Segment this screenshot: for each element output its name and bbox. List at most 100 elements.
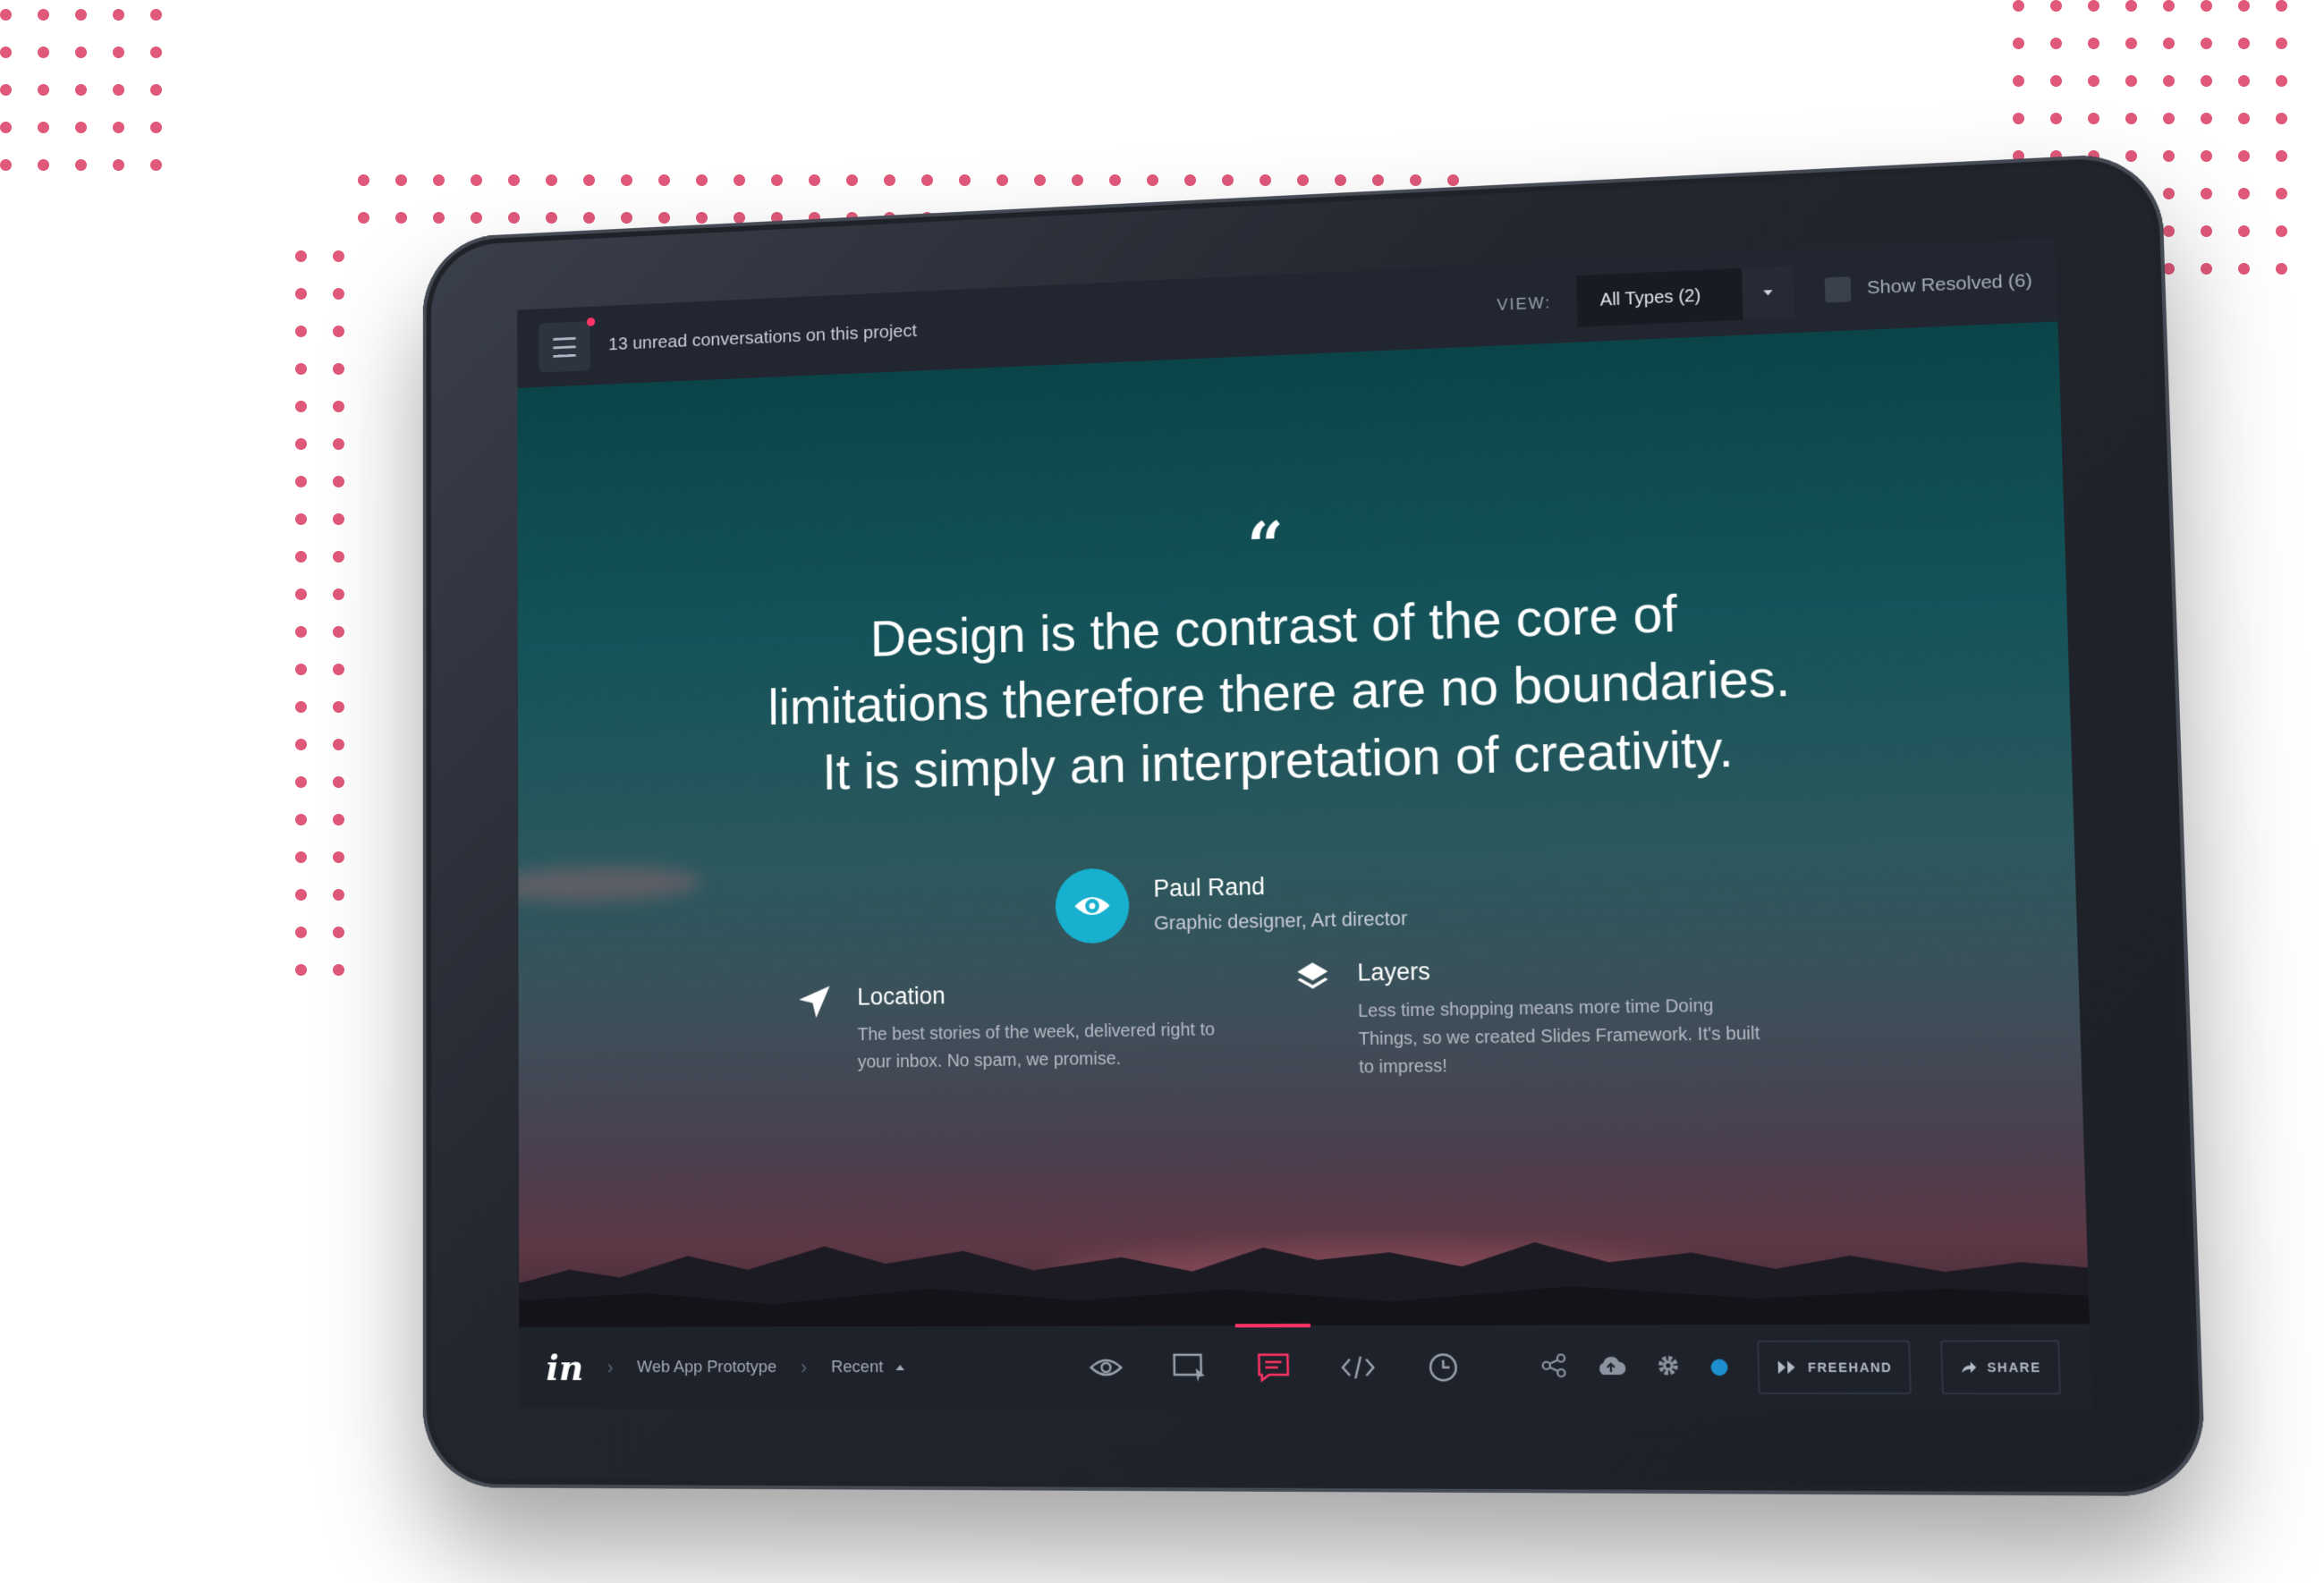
decorative-dot xyxy=(150,122,162,133)
decorative-dot xyxy=(1335,174,1346,186)
select-caret-button[interactable] xyxy=(1741,266,1794,320)
decorative-dot xyxy=(959,174,971,186)
decorative-dot xyxy=(113,122,124,133)
decorative-dot xyxy=(333,776,344,788)
decorative-dot xyxy=(2201,113,2212,124)
breadcrumb-project[interactable]: Web App Prototype xyxy=(637,1358,776,1377)
decorative-dot xyxy=(333,288,344,300)
decorative-dot xyxy=(0,9,12,21)
sky-cloud xyxy=(517,864,703,904)
freehand-button[interactable]: FREEHAND xyxy=(1756,1340,1913,1395)
decorative-dot xyxy=(2050,75,2062,87)
decorative-dot xyxy=(2163,113,2175,124)
prototype-screen-content: “ Design is the contrast of the core of … xyxy=(517,321,2090,1327)
decorative-dot xyxy=(150,159,162,171)
build-screen-icon[interactable] xyxy=(1171,1350,1207,1386)
notification-dot xyxy=(586,317,596,326)
decorative-dot xyxy=(2088,0,2099,12)
decorative-dot xyxy=(295,476,307,487)
decorative-dot xyxy=(150,47,162,58)
mode-tools xyxy=(1088,1349,1462,1385)
decorative-dot xyxy=(2125,0,2137,12)
decorative-dot xyxy=(921,174,933,186)
decorative-dot xyxy=(333,551,344,563)
decorative-dot xyxy=(2088,113,2099,124)
decorative-dot xyxy=(2201,188,2212,199)
chevron-up-icon[interactable] xyxy=(895,1365,904,1371)
decorative-dot xyxy=(38,9,49,21)
decorative-dot xyxy=(2238,150,2250,162)
mountain-silhouette xyxy=(519,1239,2090,1327)
code-inspect-icon[interactable] xyxy=(1339,1350,1376,1386)
decorative-dot xyxy=(2013,38,2024,49)
decorative-dot xyxy=(771,174,783,186)
decorative-dot xyxy=(333,964,344,976)
decorative-dot xyxy=(295,739,307,750)
decorative-dot xyxy=(884,174,895,186)
hamburger-icon[interactable] xyxy=(539,317,596,373)
decorative-dot xyxy=(113,159,124,171)
settings-gear-icon[interactable] xyxy=(1655,1352,1682,1383)
decorative-dot xyxy=(38,84,49,96)
comment-icon[interactable] xyxy=(1255,1350,1292,1386)
tablet-device: 13 unread conversations on this project … xyxy=(422,151,2207,1497)
chevron-right-icon: › xyxy=(800,1356,808,1379)
layers-icon xyxy=(1294,960,1331,1001)
decorative-dot xyxy=(295,927,307,938)
decorative-dot xyxy=(1447,174,1459,186)
decorative-dot xyxy=(1147,174,1158,186)
quote-author: Paul Rand Graphic designer, Art director xyxy=(1055,862,1408,944)
decorative-dot xyxy=(2050,0,2062,12)
decorative-dot xyxy=(433,174,445,186)
freehand-label: FREEHAND xyxy=(1807,1359,1893,1376)
show-resolved-label[interactable]: Show Resolved (6) xyxy=(1867,270,2032,299)
show-resolved-checkbox[interactable] xyxy=(1824,276,1851,303)
decorative-dot xyxy=(295,288,307,300)
decorative-dot xyxy=(75,84,87,96)
decorative-dot xyxy=(333,664,344,675)
decorative-dot xyxy=(2276,75,2287,87)
unread-conversations-text: 13 unread conversations on this project xyxy=(608,320,918,355)
decorative-dot xyxy=(2238,38,2250,49)
decorative-dot xyxy=(1222,174,1234,186)
decorative-dot xyxy=(508,212,520,224)
cloud-icon[interactable] xyxy=(1596,1354,1626,1381)
breadcrumb-recent[interactable]: Recent xyxy=(831,1358,883,1377)
author-name: Paul Rand xyxy=(1153,872,1266,902)
decorative-dot xyxy=(2276,188,2287,199)
decorative-dot xyxy=(38,122,49,133)
decorative-dot xyxy=(2050,113,2062,124)
decorative-dot xyxy=(38,47,49,58)
decorative-dot xyxy=(2238,188,2250,199)
decorative-dot xyxy=(1034,174,1046,186)
navigation-arrow-icon xyxy=(797,984,832,1024)
decorative-dot xyxy=(295,701,307,713)
decorative-dot xyxy=(1410,174,1421,186)
decorative-dot xyxy=(2125,113,2137,124)
decorative-dot xyxy=(2201,225,2212,237)
decorative-dot xyxy=(1297,174,1309,186)
decorative-dot xyxy=(846,174,858,186)
decorative-dot xyxy=(333,814,344,825)
preview-eye-icon[interactable] xyxy=(1088,1350,1124,1385)
decorative-dot xyxy=(1184,174,1196,186)
decorative-dot xyxy=(333,889,344,901)
decorative-dot xyxy=(2201,263,2212,275)
decorative-dot xyxy=(0,122,12,133)
share-button[interactable]: SHARE xyxy=(1940,1340,2062,1395)
decorative-dot xyxy=(295,776,307,788)
decorative-dot xyxy=(0,159,12,171)
status-dot[interactable] xyxy=(1710,1359,1728,1376)
decorative-dot xyxy=(2050,38,2062,49)
freehand-icon xyxy=(1777,1360,1795,1375)
decorative-dot xyxy=(295,401,307,412)
share-network-icon[interactable] xyxy=(1540,1352,1566,1383)
view-type-select[interactable]: All Types (2) xyxy=(1575,266,1794,327)
decorative-dot xyxy=(471,174,482,186)
decorative-dot xyxy=(2125,38,2137,49)
decorative-dot xyxy=(333,476,344,487)
invision-logo[interactable]: in xyxy=(546,1347,583,1388)
decorative-dot xyxy=(333,438,344,450)
decorative-dot xyxy=(295,363,307,375)
history-clock-icon[interactable] xyxy=(1424,1349,1461,1385)
